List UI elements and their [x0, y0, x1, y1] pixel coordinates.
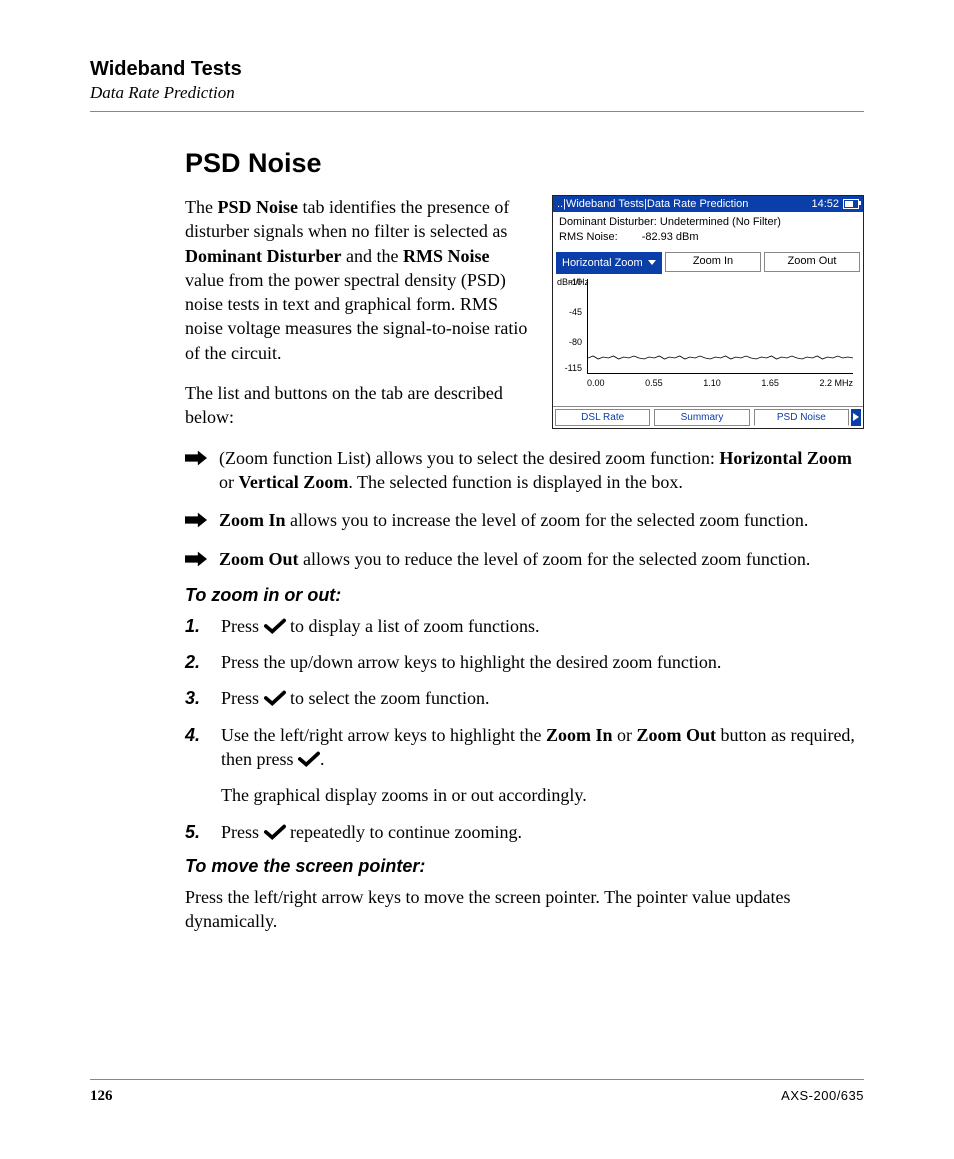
device-title-path: ..|Wideband Tests|Data Rate Prediction: [557, 198, 748, 210]
chart-noise-trace: [588, 353, 853, 361]
chevron-down-icon: [648, 260, 656, 265]
list-item: Zoom Out allows you to reduce the level …: [185, 547, 864, 571]
device-titlebar: ..|Wideband Tests|Data Rate Prediction 1…: [553, 196, 863, 212]
y-tick: -80: [569, 337, 582, 347]
list-item: 5. Press repeatedly to continue zooming.: [185, 820, 864, 844]
section-heading: PSD Noise: [185, 148, 864, 179]
feature-bullet-list: (Zoom function List) allows you to selec…: [185, 446, 864, 571]
step-note: The graphical display zooms in or out ac…: [221, 783, 864, 807]
tab-summary[interactable]: Summary: [654, 409, 749, 426]
list-item: 2. Press the up/down arrow keys to highl…: [185, 650, 864, 674]
tab-dsl-rate[interactable]: DSL Rate: [555, 409, 650, 426]
list-item: 4. Use the left/right arrow keys to high…: [185, 723, 864, 808]
header-rule: [90, 111, 864, 112]
zoom-out-button[interactable]: Zoom Out: [764, 252, 860, 272]
procedure-heading-pointer: To move the screen pointer:: [185, 856, 864, 877]
y-tick: -10: [569, 277, 582, 287]
product-model: AXS-200/635: [781, 1088, 864, 1105]
bullet-arrow-icon: [185, 551, 207, 567]
check-key-icon: [264, 824, 286, 840]
x-tick: 0.00: [587, 378, 605, 388]
running-header-section: Data Rate Prediction: [90, 83, 864, 103]
device-info-area: Dominant Disturber: Undetermined (No Fil…: [553, 212, 863, 252]
list-item: (Zoom function List) allows you to selec…: [185, 446, 864, 495]
y-tick: -45: [569, 307, 582, 317]
check-key-icon: [264, 690, 286, 706]
check-key-icon: [298, 751, 320, 767]
x-tick: 0.55: [645, 378, 663, 388]
page-number: 126: [90, 1088, 113, 1105]
list-item: 1. Press to display a list of zoom funct…: [185, 614, 864, 638]
footer-rule: [90, 1079, 864, 1080]
battery-icon: [843, 199, 859, 209]
bullet-arrow-icon: [185, 512, 207, 528]
tab-psd-noise[interactable]: PSD Noise: [754, 409, 849, 426]
x-tick: 2.2 MHz: [819, 378, 853, 388]
list-item: 3. Press to select the zoom function.: [185, 686, 864, 710]
tabs-scroll-right[interactable]: [851, 409, 861, 426]
intro-paragraph-2: The list and buttons on the tab are desc…: [185, 381, 532, 430]
pointer-procedure-text: Press the left/right arrow keys to move …: [185, 885, 864, 934]
running-header-chapter: Wideband Tests: [90, 58, 864, 81]
list-item: Zoom In allows you to increase the level…: [185, 508, 864, 532]
bullet-arrow-icon: [185, 450, 207, 466]
zoom-mode-dropdown[interactable]: Horizontal Zoom: [556, 252, 662, 274]
check-key-icon: [264, 618, 286, 634]
x-tick: 1.10: [703, 378, 721, 388]
y-tick: -115: [565, 363, 582, 373]
x-tick: 1.65: [761, 378, 779, 388]
zoom-in-button[interactable]: Zoom In: [665, 252, 761, 272]
device-clock-battery: 14:52: [811, 198, 859, 210]
procedure-heading-zoom: To zoom in or out:: [185, 585, 864, 606]
zoom-procedure-list: 1. Press to display a list of zoom funct…: [185, 614, 864, 844]
psd-chart: dBm/Hz (0.004, -147.29) -10 -45 -80 -115: [559, 279, 857, 388]
device-screenshot: ..|Wideband Tests|Data Rate Prediction 1…: [552, 195, 864, 429]
intro-paragraph-1: The PSD Noise tab identifies the presenc…: [185, 195, 532, 365]
